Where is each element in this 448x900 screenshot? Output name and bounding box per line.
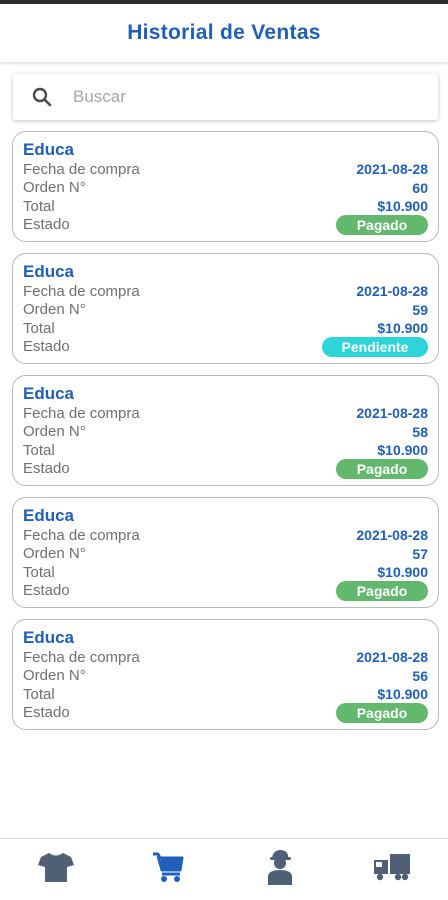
status-label: Estado bbox=[23, 704, 70, 722]
page-title: Historial de Ventas bbox=[127, 21, 321, 44]
date-label: Fecha de compra bbox=[23, 648, 140, 666]
total-label: Total bbox=[23, 563, 55, 581]
tab-products[interactable] bbox=[26, 845, 86, 895]
date-label: Fecha de compra bbox=[23, 404, 140, 422]
order-number: 58 bbox=[412, 423, 428, 440]
date-label: Fecha de compra bbox=[23, 526, 140, 544]
total-label: Total bbox=[23, 441, 55, 459]
order-total: $10.900 bbox=[377, 564, 428, 581]
app-header: Historial de Ventas bbox=[0, 4, 448, 62]
order-number-label: Orden N° bbox=[23, 667, 86, 685]
total-label: Total bbox=[23, 685, 55, 703]
person-icon bbox=[265, 849, 295, 890]
bottom-navigation bbox=[0, 838, 448, 900]
order-number-label: Orden N° bbox=[23, 423, 86, 441]
order-card[interactable]: Educa Fecha de compra 2021-08-28 Orden N°… bbox=[12, 253, 439, 364]
total-label: Total bbox=[23, 319, 55, 337]
status-label: Estado bbox=[23, 460, 70, 478]
status-label: Estado bbox=[23, 338, 70, 356]
order-number: 60 bbox=[412, 179, 428, 196]
total-label: Total bbox=[23, 197, 55, 215]
order-title: Educa bbox=[23, 140, 75, 159]
status-label: Estado bbox=[23, 216, 70, 234]
tab-profile[interactable] bbox=[250, 845, 310, 895]
order-date: 2021-08-28 bbox=[356, 405, 428, 422]
order-title: Educa bbox=[23, 506, 75, 525]
order-number-label: Orden N° bbox=[23, 301, 86, 319]
order-date: 2021-08-28 bbox=[356, 283, 428, 300]
order-number: 56 bbox=[412, 667, 428, 684]
tab-sales-history[interactable] bbox=[138, 845, 198, 895]
order-title: Educa bbox=[23, 628, 75, 647]
order-number-label: Orden N° bbox=[23, 179, 86, 197]
order-date: 2021-08-28 bbox=[356, 649, 428, 666]
order-total: $10.900 bbox=[377, 686, 428, 703]
date-label: Fecha de compra bbox=[23, 160, 140, 178]
status-label: Estado bbox=[23, 582, 70, 600]
order-number: 59 bbox=[412, 301, 428, 318]
search-bar[interactable] bbox=[13, 74, 438, 120]
status-badge: Pagado bbox=[336, 702, 428, 723]
status-badge: Pagado bbox=[336, 458, 428, 479]
date-label: Fecha de compra bbox=[23, 282, 140, 300]
status-badge: Pagado bbox=[336, 214, 428, 235]
order-card[interactable]: Educa Fecha de compra 2021-08-28 Orden N°… bbox=[12, 375, 439, 486]
order-total: $10.900 bbox=[377, 320, 428, 337]
search-icon[interactable] bbox=[31, 86, 53, 108]
status-badge: Pagado bbox=[336, 580, 428, 601]
order-date: 2021-08-28 bbox=[356, 527, 428, 544]
order-card[interactable]: Educa Fecha de compra 2021-08-28 Orden N°… bbox=[12, 619, 439, 730]
truck-icon bbox=[373, 852, 411, 887]
search-input[interactable] bbox=[73, 87, 393, 107]
tshirt-icon bbox=[37, 851, 75, 888]
order-total: $10.900 bbox=[377, 442, 428, 459]
order-total: $10.900 bbox=[377, 198, 428, 215]
orders-list: Educa Fecha de compra 2021-08-28 Orden N°… bbox=[12, 131, 439, 741]
order-card[interactable]: Educa Fecha de compra 2021-08-28 Orden N°… bbox=[12, 131, 439, 242]
status-badge: Pendiente bbox=[322, 336, 428, 357]
order-number: 57 bbox=[412, 545, 428, 562]
order-title: Educa bbox=[23, 262, 75, 281]
order-card[interactable]: Educa Fecha de compra 2021-08-28 Orden N°… bbox=[12, 497, 439, 608]
tab-shipping[interactable] bbox=[362, 845, 422, 895]
order-date: 2021-08-28 bbox=[356, 161, 428, 178]
shopping-cart-icon bbox=[151, 850, 185, 889]
order-title: Educa bbox=[23, 384, 75, 403]
order-number-label: Orden N° bbox=[23, 545, 86, 563]
